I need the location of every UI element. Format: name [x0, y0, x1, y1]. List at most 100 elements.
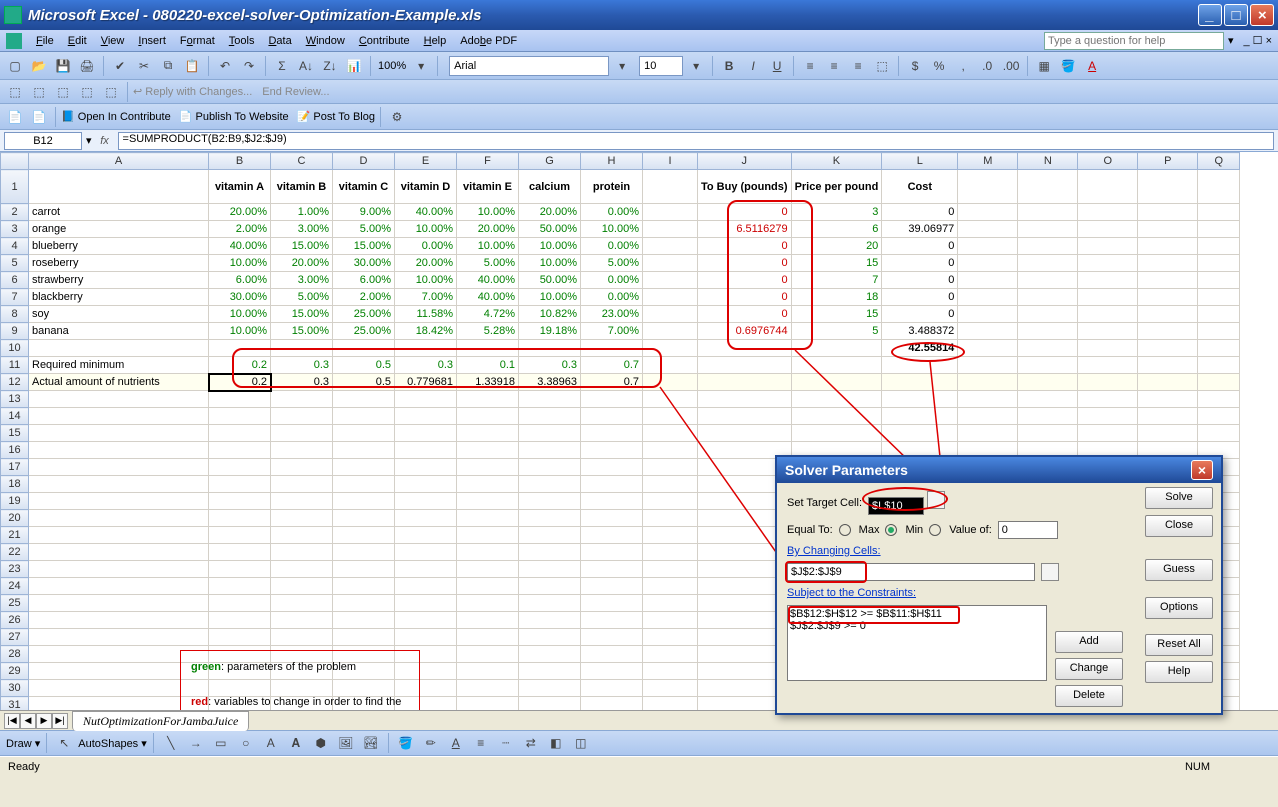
cell[interactable]	[1138, 408, 1198, 425]
cell[interactable]	[209, 510, 271, 527]
menu-edit[interactable]: Edit	[62, 33, 93, 49]
borders-icon[interactable]: ▦	[1033, 55, 1055, 77]
cell[interactable]	[1018, 408, 1078, 425]
align-center-icon[interactable]: ≡	[823, 55, 845, 77]
font-name-box[interactable]: Arial	[449, 56, 609, 76]
cell[interactable]: 50.00%	[519, 221, 581, 238]
cell[interactable]	[519, 629, 581, 646]
review-icon-5[interactable]: ⬚	[100, 81, 122, 103]
cell[interactable]: 5	[791, 323, 882, 340]
zoom-dropdown-icon[interactable]: ▾	[410, 55, 432, 77]
cell[interactable]: carrot	[29, 204, 209, 221]
autoshapes-menu[interactable]: AutoShapes ▾	[78, 737, 147, 750]
cell[interactable]	[457, 578, 519, 595]
maximize-button[interactable]: □	[1224, 4, 1248, 26]
cell[interactable]	[209, 527, 271, 544]
review-icon-3[interactable]: ⬚	[52, 81, 74, 103]
menu-file[interactable]: File	[30, 33, 60, 49]
cell[interactable]	[791, 374, 882, 391]
cell[interactable]	[958, 204, 1018, 221]
row-header[interactable]: 3	[1, 221, 29, 238]
cell[interactable]: 0.2	[209, 374, 271, 391]
cell[interactable]	[457, 697, 519, 711]
clipart-icon[interactable]: 🖼	[335, 732, 357, 754]
align-right-icon[interactable]: ≡	[847, 55, 869, 77]
cell[interactable]	[519, 493, 581, 510]
cell[interactable]: calcium	[519, 170, 581, 204]
cell[interactable]	[1198, 238, 1240, 255]
redo-icon[interactable]: ↷	[238, 55, 260, 77]
cell[interactable]	[457, 391, 519, 408]
help-button[interactable]: Help	[1145, 661, 1213, 683]
col-header[interactable]: A	[29, 153, 209, 170]
pdf-icon-2[interactable]: 📄	[28, 106, 50, 128]
cell[interactable]: 0.00%	[581, 238, 643, 255]
cell[interactable]: 1.33918	[457, 374, 519, 391]
cell[interactable]	[581, 442, 643, 459]
arrow-style-icon[interactable]: ⇄	[520, 732, 542, 754]
cell[interactable]	[958, 357, 1018, 374]
row-header[interactable]: 13	[1, 391, 29, 408]
cell[interactable]: orange	[29, 221, 209, 238]
row-header[interactable]: 23	[1, 561, 29, 578]
col-header[interactable]	[1, 153, 29, 170]
guess-button[interactable]: Guess	[1145, 559, 1213, 581]
cell[interactable]: 15.00%	[271, 306, 333, 323]
cell[interactable]: 9.00%	[333, 204, 395, 221]
menu-tools[interactable]: Tools	[223, 33, 261, 49]
shadow-icon[interactable]: ◧	[545, 732, 567, 754]
formula-input[interactable]: =SUMPRODUCT(B2:B9,$J2:$J9)	[118, 132, 1274, 150]
cell[interactable]	[209, 578, 271, 595]
cell[interactable]	[1078, 340, 1138, 357]
cell[interactable]: 7	[791, 272, 882, 289]
cell[interactable]	[519, 391, 581, 408]
cell[interactable]	[395, 544, 457, 561]
cell[interactable]: 10.00%	[209, 306, 271, 323]
cell[interactable]	[643, 425, 698, 442]
cell[interactable]	[643, 306, 698, 323]
cell[interactable]: 2.00%	[333, 289, 395, 306]
wordart-icon[interactable]: 𝐀	[285, 732, 307, 754]
cell[interactable]	[581, 340, 643, 357]
cell[interactable]	[519, 612, 581, 629]
cell[interactable]: 3.38963	[519, 374, 581, 391]
cell[interactable]: 10.00%	[519, 255, 581, 272]
cell[interactable]: 7.00%	[581, 323, 643, 340]
cell[interactable]: 18	[791, 289, 882, 306]
cell[interactable]: To Buy (pounds)	[698, 170, 792, 204]
cell[interactable]	[1138, 391, 1198, 408]
cell[interactable]: 5.00%	[581, 255, 643, 272]
cell[interactable]	[1018, 391, 1078, 408]
menu-insert[interactable]: Insert	[132, 33, 172, 49]
cell[interactable]	[519, 408, 581, 425]
cell[interactable]: 0	[882, 289, 958, 306]
cell[interactable]	[29, 408, 209, 425]
sort-asc-icon[interactable]: A↓	[295, 55, 317, 77]
cell[interactable]: 10.00%	[519, 238, 581, 255]
cell[interactable]	[643, 544, 698, 561]
cell[interactable]	[1018, 204, 1078, 221]
publish-website-button[interactable]: 📄 Publish To Website	[179, 110, 289, 123]
cell[interactable]	[581, 391, 643, 408]
cell[interactable]	[958, 323, 1018, 340]
row-header[interactable]: 31	[1, 697, 29, 711]
row-header[interactable]: 8	[1, 306, 29, 323]
cell[interactable]: 10.00%	[395, 221, 457, 238]
cell[interactable]	[29, 340, 209, 357]
radio-valueof-label[interactable]: Value of:	[949, 524, 992, 536]
cell[interactable]	[643, 680, 698, 697]
row-header[interactable]: 10	[1, 340, 29, 357]
cell[interactable]	[29, 442, 209, 459]
cell[interactable]: 5.00%	[457, 255, 519, 272]
cell[interactable]	[1198, 170, 1240, 204]
cell[interactable]	[209, 612, 271, 629]
line-color-icon[interactable]: ✏	[420, 732, 442, 754]
cell[interactable]	[1138, 306, 1198, 323]
target-ref-icon[interactable]	[927, 491, 945, 509]
row-header[interactable]: 16	[1, 442, 29, 459]
cell[interactable]	[1138, 238, 1198, 255]
cell[interactable]	[395, 459, 457, 476]
cell[interactable]: 11.58%	[395, 306, 457, 323]
cell[interactable]	[643, 391, 698, 408]
cell[interactable]	[1198, 289, 1240, 306]
